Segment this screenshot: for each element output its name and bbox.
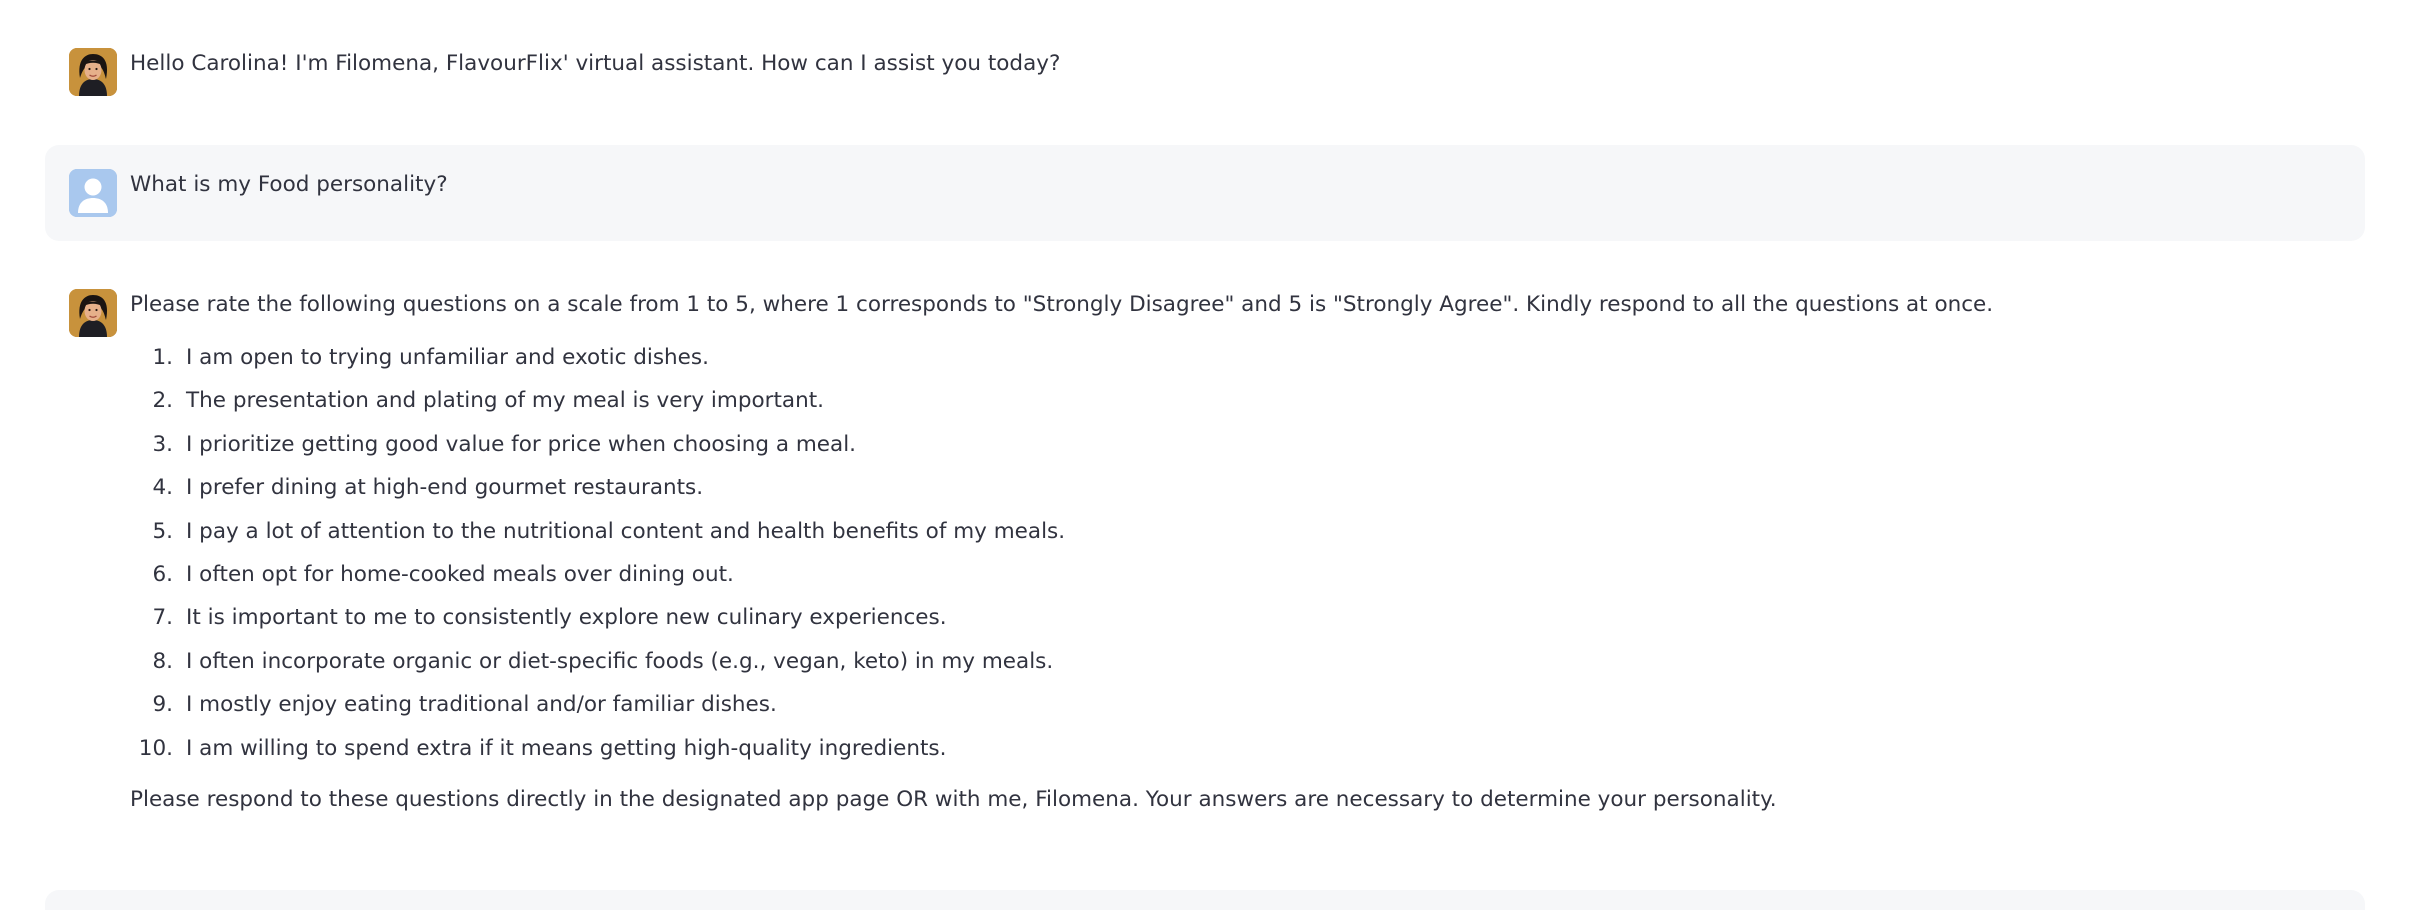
question-text: I often incorporate organic or diet-spec… <box>186 648 1054 674</box>
question-number: 1. <box>152 345 173 370</box>
question-number: 7. <box>152 605 173 631</box>
list-item: 8. I often incorporate organic or diet-sp… <box>130 640 1993 683</box>
list-item: 6. I often opt for home-cooked meals over… <box>130 553 1993 596</box>
filomena-avatar-icon <box>69 289 117 337</box>
question-text: I pay a lot of attention to the nutritio… <box>186 518 1066 544</box>
list-item: 1. I am open to trying unfamiliar and exo… <box>130 336 1993 379</box>
question-number: 2. <box>152 388 173 414</box>
question-text: I prioritize getting good value for pric… <box>186 431 857 457</box>
list-item: 2. The presentation and plating of my mea… <box>130 379 1993 422</box>
list-item: 4. I prefer dining at high-end gourmet re… <box>130 466 1993 509</box>
question-number: 10. <box>138 735 173 761</box>
message-text: What is my Food personality? <box>130 172 448 197</box>
next-message-edge <box>45 890 2365 910</box>
question-text: I mostly enjoy eating traditional and/or… <box>186 692 777 718</box>
question-number: 5. <box>152 518 173 544</box>
question-text: I am open to trying unfamiliar and exoti… <box>186 345 709 370</box>
message-body: Please rate the following questions on a… <box>130 289 1993 816</box>
question-text: I prefer dining at high-end gourmet rest… <box>186 475 704 501</box>
list-item: 5. I pay a lot of attention to the nutrit… <box>130 510 1993 553</box>
question-text: I often opt for home-cooked meals over d… <box>186 562 734 588</box>
message-text: Hello Carolina! I'm Filomena, FlavourFli… <box>130 51 1061 76</box>
user-avatar-icon <box>69 169 117 217</box>
question-number: 3. <box>152 431 173 457</box>
list-item: 10. I am willing to spend extra if it mea… <box>130 727 1993 770</box>
chat-message-assistant: Please rate the following questions on a… <box>45 241 2365 881</box>
question-text: The presentation and plating of my meal … <box>186 388 824 414</box>
message-outro: Please respond to these questions direct… <box>130 787 1777 813</box>
question-text: It is important to me to consistently ex… <box>186 605 947 631</box>
question-number: 9. <box>152 692 173 718</box>
chat-message-user: What is my Food personality? <box>45 145 2365 241</box>
list-item: 9. I mostly enjoy eating traditional and/… <box>130 683 1993 726</box>
question-list: 1. I am open to trying unfamiliar and exo… <box>130 336 1993 770</box>
question-number: 8. <box>152 648 173 674</box>
question-number: 4. <box>152 475 173 501</box>
chat-container: Hello Carolina! I'm Filomena, FlavourFli… <box>45 0 2365 898</box>
list-item: 3. I prioritize getting good value for pr… <box>130 423 1993 466</box>
question-number: 6. <box>152 562 173 588</box>
filomena-avatar-icon <box>69 48 117 96</box>
chat-message-assistant: Hello Carolina! I'm Filomena, FlavourFli… <box>45 0 2365 145</box>
question-text: I am willing to spend extra if it means … <box>186 735 947 761</box>
message-intro: Please rate the following questions on a… <box>130 292 1994 317</box>
list-item: 7. It is important to me to consistently … <box>130 596 1993 639</box>
